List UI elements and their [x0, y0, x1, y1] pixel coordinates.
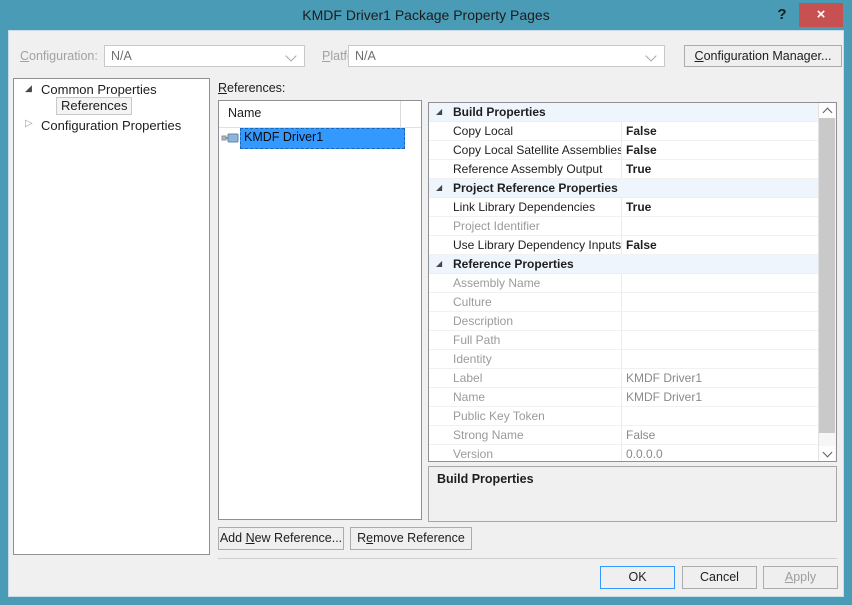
chevron-down-icon — [285, 50, 296, 61]
column-header-label: Name — [228, 106, 261, 120]
help-icon: ? — [777, 6, 786, 23]
chevron-down-icon — [645, 50, 656, 61]
scroll-up-button[interactable] — [819, 103, 835, 118]
property-label: Culture — [453, 295, 621, 309]
scrollbar-thumb[interactable] — [819, 118, 835, 433]
configuration-manager-button[interactable]: Configuration Manager... — [684, 45, 842, 67]
property-value[interactable]: False — [626, 124, 657, 138]
property-label: Label — [453, 371, 621, 385]
tree-item-common-properties[interactable]: Common Properties — [41, 81, 157, 98]
property-label: Reference Assembly Output — [453, 162, 621, 176]
help-button[interactable]: ? — [770, 3, 794, 27]
property-row-public-key-token[interactable]: Public Key Token — [429, 407, 821, 426]
property-row-copy-local-satellite[interactable]: Copy Local Satellite Assemblies False — [429, 141, 821, 160]
property-label: Strong Name — [453, 428, 621, 442]
close-button[interactable]: × — [799, 3, 843, 27]
property-label: Copy Local Satellite Assemblies — [453, 143, 621, 157]
property-row-reference-assembly-output[interactable]: Reference Assembly Output True — [429, 160, 821, 179]
project-reference-icon — [221, 131, 239, 150]
ok-button[interactable]: OK — [600, 566, 675, 589]
property-value[interactable]: True — [626, 162, 651, 176]
vertical-scrollbar[interactable] — [818, 103, 836, 461]
reference-list-item[interactable]: KMDF Driver1 — [219, 128, 421, 148]
add-new-reference-button[interactable]: Add New Reference... — [218, 527, 344, 550]
property-row-label[interactable]: Label KMDF Driver1 — [429, 369, 821, 388]
divider — [218, 558, 837, 559]
remove-reference-button[interactable]: Remove Reference — [350, 527, 472, 550]
property-row-link-library-dependencies[interactable]: Link Library Dependencies True — [429, 198, 821, 217]
column-divider[interactable] — [400, 101, 401, 127]
window-title: KMDF Driver1 Package Property Pages — [0, 0, 852, 30]
chevron-down-icon — [823, 448, 833, 458]
platform-value: N/A — [355, 49, 376, 63]
property-row-use-library-dependency-inputs[interactable]: Use Library Dependency Inputs False — [429, 236, 821, 255]
name-column-header[interactable]: Name — [219, 101, 421, 128]
category-row-project-reference-properties[interactable]: ◢ Project Reference Properties — [429, 179, 821, 198]
property-pages-dialog: KMDF Driver1 Package Property Pages ? × … — [0, 0, 852, 605]
references-list: Name KMDF Driver1 — [218, 100, 422, 520]
property-row-description[interactable]: Description — [429, 312, 821, 331]
category-label: Reference Properties — [453, 257, 803, 271]
property-row-culture[interactable]: Culture — [429, 293, 821, 312]
collapsed-triangle-icon[interactable]: ▷ — [25, 118, 33, 129]
category-expand-icon[interactable]: ◢ — [436, 259, 442, 268]
property-row-name[interactable]: Name KMDF Driver1 — [429, 388, 821, 407]
property-value[interactable]: False — [626, 238, 657, 252]
property-label: Assembly Name — [453, 276, 621, 290]
close-icon: × — [817, 6, 826, 23]
configuration-value: N/A — [111, 49, 132, 63]
property-label: Use Library Dependency Inputs — [453, 238, 621, 252]
property-label: Version — [453, 447, 621, 461]
property-row-strong-name[interactable]: Strong Name False — [429, 426, 821, 445]
expanded-triangle-icon[interactable]: ◢ — [25, 83, 32, 94]
category-expand-icon[interactable]: ◢ — [436, 107, 442, 116]
property-label: Description — [453, 314, 621, 328]
property-row-assembly-name[interactable]: Assembly Name — [429, 274, 821, 293]
property-value: 0.0.0.0 — [626, 447, 663, 461]
chevron-up-icon — [823, 108, 833, 118]
description-title: Build Properties — [437, 472, 534, 486]
category-expand-icon[interactable]: ◢ — [436, 183, 442, 192]
apply-button[interactable]: Apply — [763, 566, 838, 589]
property-value[interactable]: True — [626, 200, 651, 214]
property-grid: ◢ Build Properties Copy Local False Copy… — [428, 102, 837, 462]
property-row-copy-local[interactable]: Copy Local False — [429, 122, 821, 141]
tree-item-references[interactable]: References — [56, 97, 132, 115]
selected-reference-name: KMDF Driver1 — [240, 128, 405, 149]
description-box: Build Properties — [428, 466, 837, 522]
property-rows: ◢ Build Properties Copy Local False Copy… — [429, 103, 821, 462]
category-row-build-properties[interactable]: ◢ Build Properties — [429, 103, 821, 122]
property-row-version[interactable]: Version 0.0.0.0 — [429, 445, 821, 462]
property-label: Identity — [453, 352, 621, 366]
references-label: References: — [218, 81, 285, 95]
property-label: Copy Local — [453, 124, 621, 138]
platform-dropdown[interactable]: N/A — [348, 45, 665, 67]
property-row-full-path[interactable]: Full Path — [429, 331, 821, 350]
property-label: Link Library Dependencies — [453, 200, 621, 214]
configuration-label: Configuration: — [20, 49, 98, 65]
property-label: Full Path — [453, 333, 621, 347]
tree-item-configuration-properties[interactable]: Configuration Properties — [41, 117, 181, 134]
category-row-reference-properties[interactable]: ◢ Reference Properties — [429, 255, 821, 274]
property-tree-panel: ◢ Common Properties References ▷ Configu… — [13, 78, 210, 555]
cancel-button[interactable]: Cancel — [682, 566, 757, 589]
property-row-project-identifier[interactable]: Project Identifier — [429, 217, 821, 236]
category-label: Project Reference Properties — [453, 181, 803, 195]
title-bar: KMDF Driver1 Package Property Pages ? × — [0, 0, 852, 30]
property-row-identity[interactable]: Identity — [429, 350, 821, 369]
property-value: KMDF Driver1 — [626, 390, 702, 404]
property-label: Project Identifier — [453, 219, 621, 233]
scroll-down-button[interactable] — [819, 446, 835, 461]
property-label: Name — [453, 390, 621, 404]
property-value: False — [626, 428, 655, 442]
property-value: KMDF Driver1 — [626, 371, 702, 385]
category-label: Build Properties — [453, 105, 803, 119]
property-value[interactable]: False — [626, 143, 657, 157]
property-label: Public Key Token — [453, 409, 621, 423]
configuration-dropdown[interactable]: N/A — [104, 45, 305, 67]
